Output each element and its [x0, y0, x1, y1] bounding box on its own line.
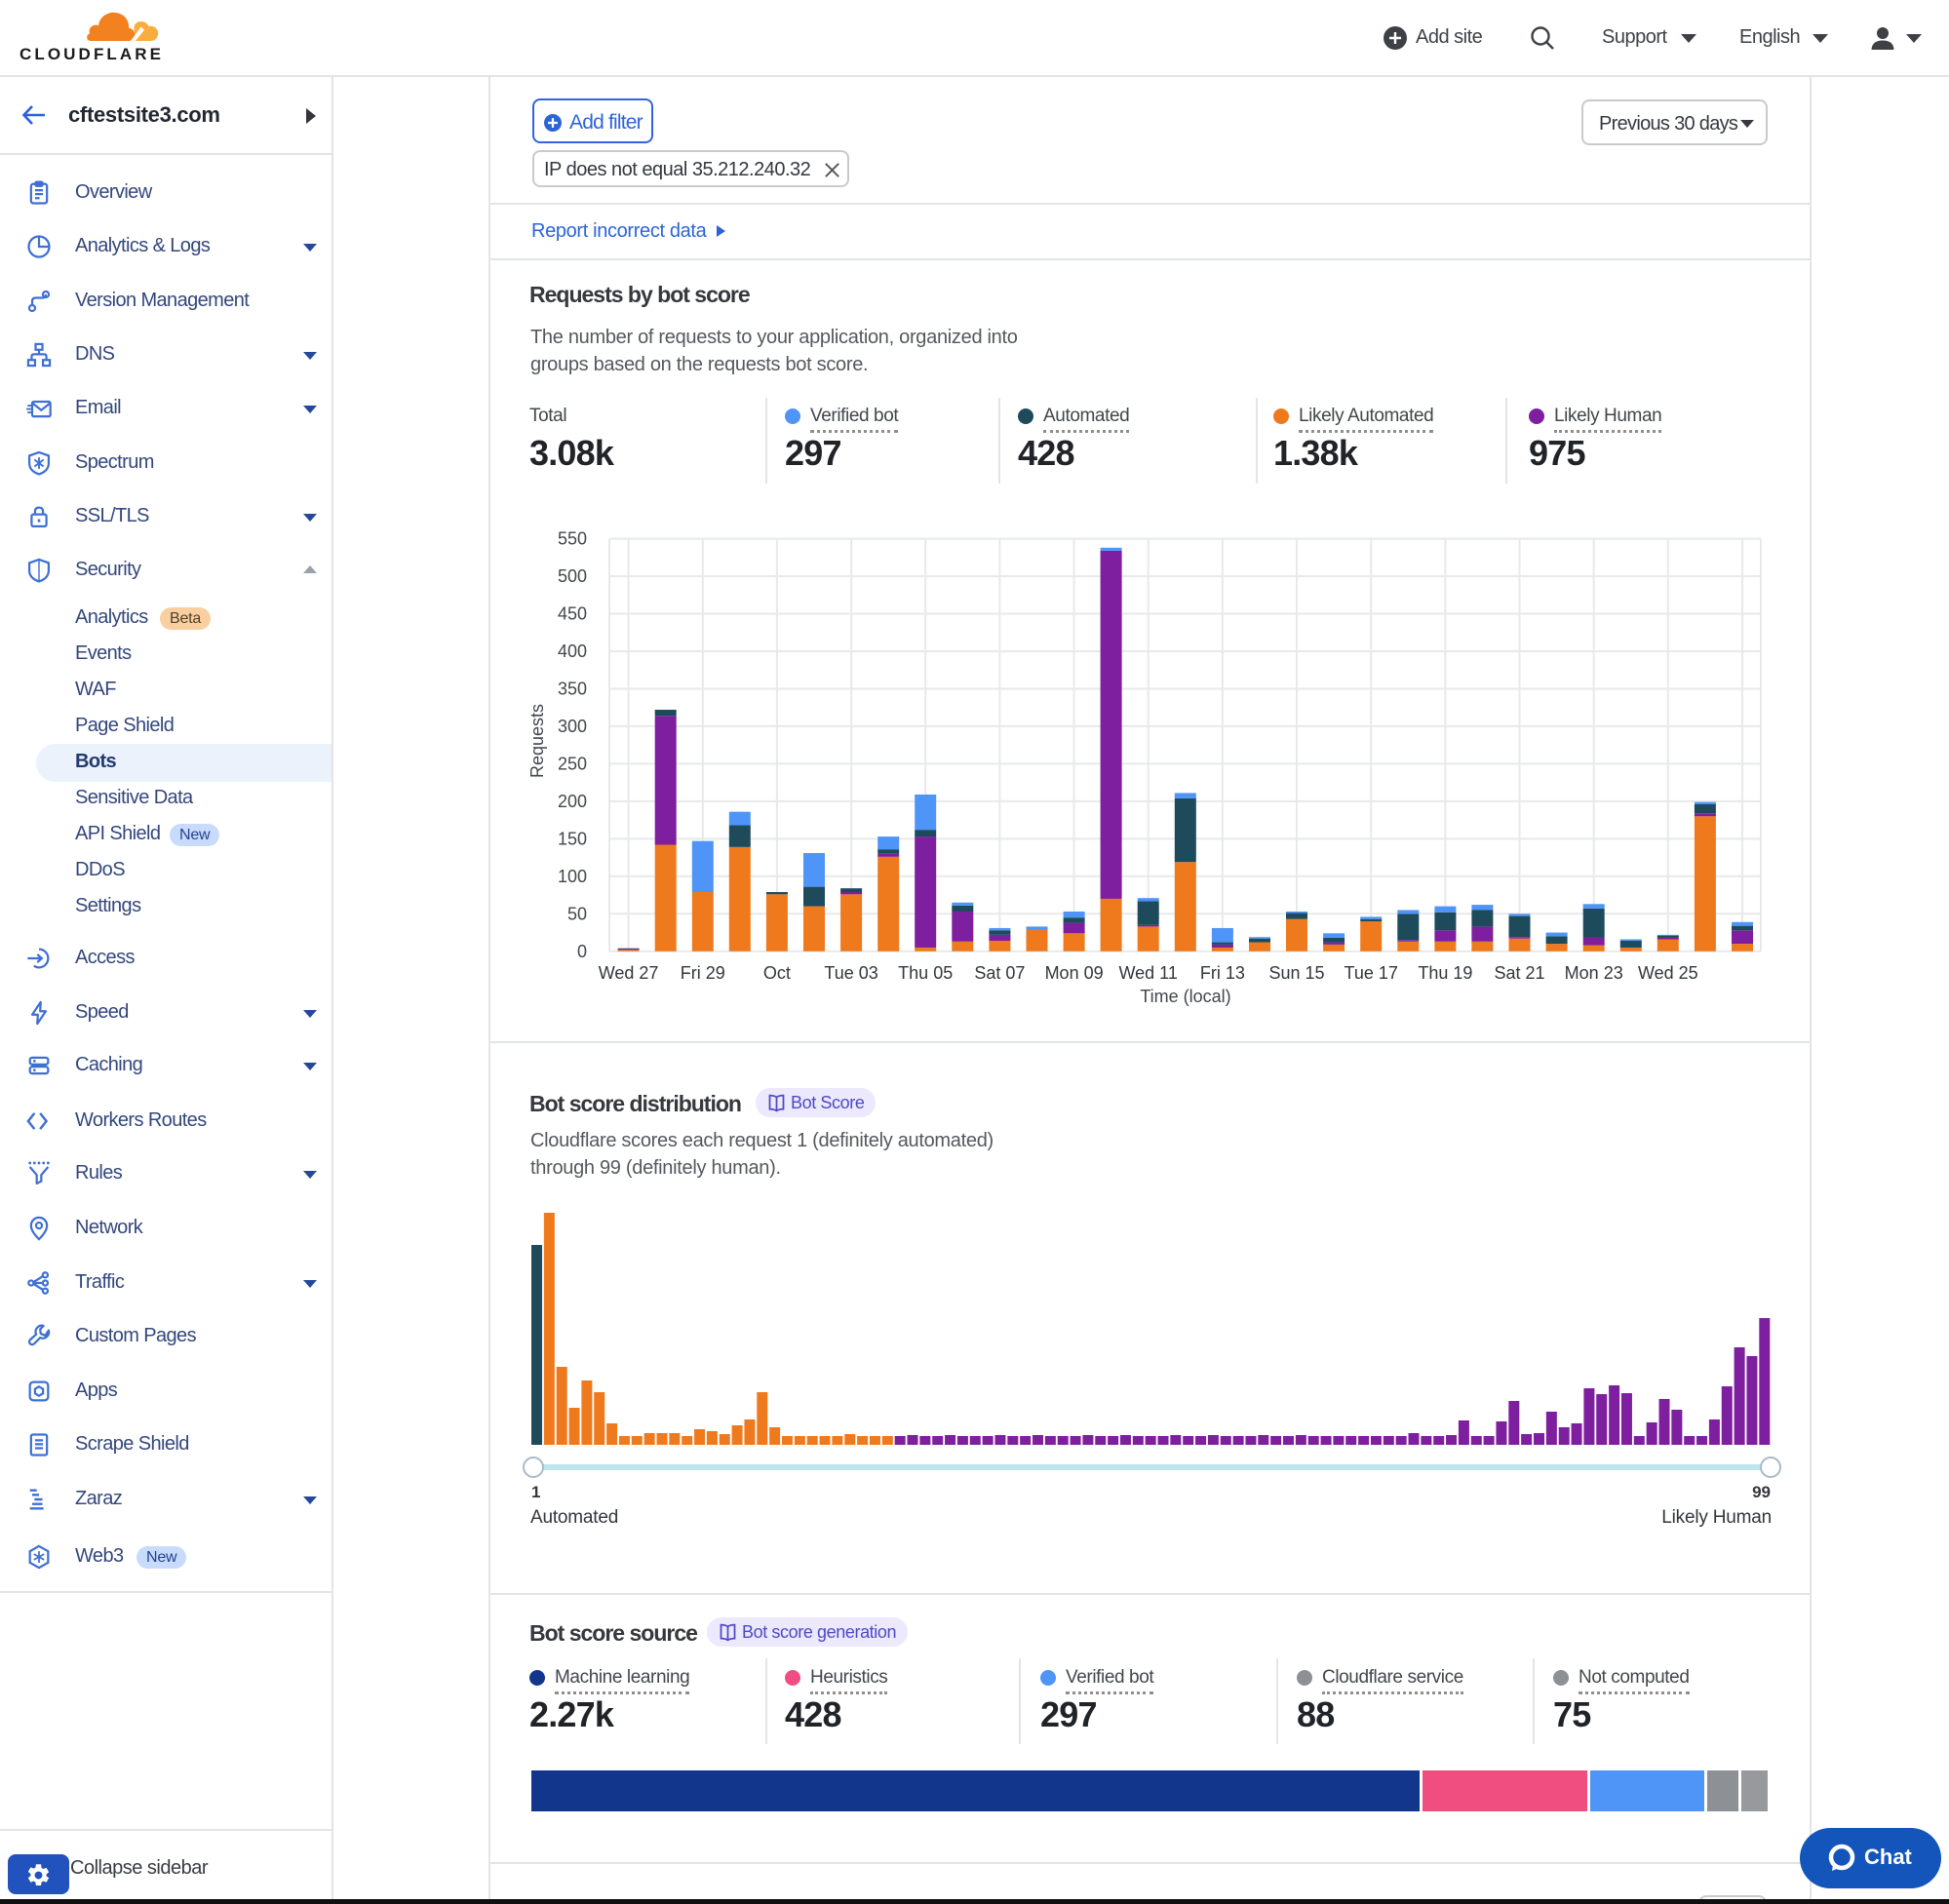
svg-text:450: 450 — [558, 604, 587, 624]
svg-text:Wed 25: Wed 25 — [1638, 963, 1698, 983]
svg-text:50: 50 — [567, 904, 587, 923]
svg-text:Time (local): Time (local) — [1140, 987, 1230, 1006]
svg-text:250: 250 — [558, 754, 587, 773]
svg-text:Tue 17: Tue 17 — [1345, 963, 1398, 983]
svg-text:Sun 15: Sun 15 — [1268, 963, 1324, 983]
svg-text:500: 500 — [558, 566, 587, 586]
svg-text:Requests: Requests — [527, 704, 547, 778]
svg-text:550: 550 — [558, 529, 587, 549]
svg-text:99: 99 — [1752, 1483, 1771, 1501]
svg-text:Fri 13: Fri 13 — [1200, 963, 1245, 983]
svg-text:Sat 07: Sat 07 — [974, 963, 1025, 983]
svg-text:300: 300 — [558, 717, 587, 736]
svg-text:350: 350 — [558, 680, 587, 699]
svg-text:Mon 09: Mon 09 — [1045, 963, 1104, 983]
svg-text:Thu 19: Thu 19 — [1418, 963, 1472, 983]
svg-text:Fri 29: Fri 29 — [681, 963, 725, 983]
svg-text:Thu 05: Thu 05 — [898, 963, 953, 983]
svg-text:200: 200 — [558, 792, 587, 811]
svg-text:100: 100 — [558, 867, 587, 886]
svg-text:Tue 03: Tue 03 — [824, 963, 877, 983]
svg-text:Mon 23: Mon 23 — [1565, 963, 1623, 983]
svg-text:Oct: Oct — [763, 963, 791, 983]
svg-text:1: 1 — [531, 1483, 540, 1501]
svg-text:Sat 21: Sat 21 — [1494, 963, 1544, 983]
svg-text:400: 400 — [558, 641, 587, 661]
svg-text:0: 0 — [577, 942, 587, 961]
svg-text:150: 150 — [558, 829, 587, 848]
svg-text:Wed 11: Wed 11 — [1119, 963, 1178, 983]
svg-text:Wed 27: Wed 27 — [599, 963, 659, 983]
